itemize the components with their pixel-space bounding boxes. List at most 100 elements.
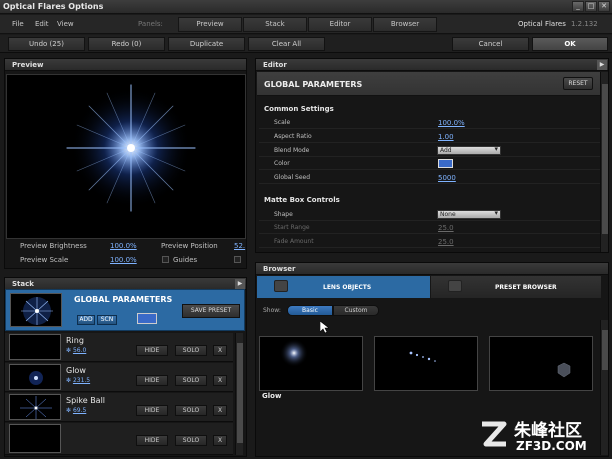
duplicate-button[interactable]: Duplicate bbox=[168, 37, 245, 51]
tab-browser[interactable]: Browser bbox=[373, 17, 437, 32]
tab-lens-objects[interactable]: LENS OBJECTS bbox=[257, 276, 430, 298]
editor-panel-header: Editor ▶ bbox=[256, 59, 608, 71]
aspect-ratio-value[interactable]: 1.00 bbox=[438, 133, 454, 141]
browser-item-polygon[interactable] bbox=[489, 336, 593, 391]
stack-item-value[interactable]: ✻ 69.5 bbox=[66, 407, 86, 414]
editor-panel-title: Editor bbox=[263, 61, 287, 69]
remove-button[interactable]: X bbox=[213, 405, 227, 416]
global-seed-value[interactable]: 5000 bbox=[438, 174, 456, 182]
editor-scrollbar-thumb[interactable] bbox=[602, 84, 608, 234]
ok-button[interactable]: OK bbox=[532, 37, 608, 51]
basic-filter-button[interactable]: Basic bbox=[287, 305, 333, 316]
hide-button[interactable]: HIDE bbox=[136, 345, 168, 356]
undo-button[interactable]: Undo (25) bbox=[8, 37, 85, 51]
tab-preset-browser[interactable]: PRESET BROWSER bbox=[431, 276, 601, 298]
scale-label: Scale bbox=[274, 119, 291, 126]
cancel-button[interactable]: Cancel bbox=[452, 37, 529, 51]
save-preset-button[interactable]: SAVE PRESET bbox=[182, 304, 240, 318]
mouse-cursor-icon bbox=[320, 321, 329, 334]
watermark: 朱峰社区 ZF3D.COM bbox=[478, 416, 608, 456]
matte-box-title: Matte Box Controls bbox=[264, 196, 340, 204]
minimize-button[interactable]: _ bbox=[572, 1, 584, 12]
stack-row[interactable]: Glow ✻ 231.5 HIDE SOLO X bbox=[5, 363, 233, 392]
spike-ball-thumbnail-image bbox=[20, 396, 52, 419]
watermark-logo-icon bbox=[482, 421, 507, 447]
stack-item-value[interactable]: ✻ 231.5 bbox=[66, 377, 90, 384]
scn-toggle[interactable]: SCN bbox=[97, 315, 117, 325]
browser-item-streak[interactable] bbox=[374, 336, 478, 391]
stack-item-value[interactable]: ✻ 56.0 bbox=[66, 347, 86, 354]
param-row-blend: Blend Mode Add bbox=[259, 144, 601, 157]
editor-menu-arrow-icon[interactable]: ▶ bbox=[597, 60, 607, 70]
close-window-button[interactable]: ✕ bbox=[598, 1, 610, 12]
clear-all-button[interactable]: Clear All bbox=[248, 37, 325, 51]
menu-view[interactable]: View bbox=[57, 20, 74, 28]
global-color-swatch[interactable] bbox=[137, 313, 157, 324]
param-row-start-range: Start Range 25.0 bbox=[259, 221, 601, 234]
hide-button[interactable]: HIDE bbox=[136, 435, 168, 446]
stack-row[interactable]: HIDE SOLO X bbox=[5, 423, 233, 455]
browser-filter-bar: Show: Basic Custom bbox=[257, 302, 601, 320]
global-flare-thumbnail-image bbox=[21, 297, 53, 325]
custom-filter-button[interactable]: Custom bbox=[333, 305, 379, 316]
solo-button[interactable]: SOLO bbox=[175, 375, 207, 386]
tab-editor[interactable]: Editor bbox=[308, 17, 372, 32]
preview-position-label: Preview Position bbox=[161, 242, 218, 250]
common-settings-title: Common Settings bbox=[264, 105, 334, 113]
stack-scrollbar-thumb[interactable] bbox=[237, 343, 243, 443]
solo-button[interactable]: SOLO bbox=[175, 405, 207, 416]
color-swatch[interactable] bbox=[438, 159, 453, 168]
preview-scale-value[interactable]: 100.0% bbox=[110, 256, 137, 264]
preview-scale-label: Preview Scale bbox=[20, 256, 69, 264]
editor-scrollbar[interactable] bbox=[600, 72, 608, 252]
fade-amount-value[interactable]: 25.0 bbox=[438, 238, 454, 246]
menu-edit[interactable]: Edit bbox=[35, 20, 49, 28]
stack-item-name: Ring bbox=[66, 336, 84, 345]
preview-position-value[interactable]: 52. bbox=[234, 242, 245, 250]
stack-row[interactable]: Ring ✻ 56.0 HIDE SOLO X bbox=[5, 333, 233, 362]
remove-button[interactable]: X bbox=[213, 375, 227, 386]
stack-scrollbar[interactable] bbox=[235, 333, 243, 455]
watermark-cn-text: 朱峰社区 bbox=[514, 421, 582, 441]
param-row-shape: Shape None bbox=[259, 208, 601, 221]
hide-button[interactable]: HIDE bbox=[136, 405, 168, 416]
solo-button[interactable]: SOLO bbox=[175, 345, 207, 356]
tab-preview[interactable]: Preview bbox=[178, 17, 242, 32]
global-parameters-title: GLOBAL PARAMETERS bbox=[74, 295, 173, 304]
start-range-value[interactable]: 25.0 bbox=[438, 224, 454, 232]
window-title: Optical Flares Options bbox=[3, 2, 104, 11]
remove-button[interactable]: X bbox=[213, 345, 227, 356]
stack-row[interactable]: Spike Ball ✻ 69.5 HIDE SOLO X bbox=[5, 393, 233, 422]
hide-button[interactable]: HIDE bbox=[136, 375, 168, 386]
browser-panel-title: Browser bbox=[263, 265, 296, 273]
streak-preview-image bbox=[409, 351, 436, 362]
stack-item-name: Glow bbox=[66, 366, 86, 375]
app-version: 1.2.132 bbox=[571, 20, 598, 28]
scale-value[interactable]: 100.0% bbox=[438, 119, 465, 127]
add-toggle[interactable]: ADD bbox=[77, 315, 95, 325]
stack-global-parameters[interactable]: GLOBAL PARAMETERS ADD SCN SAVE PRESET bbox=[5, 289, 245, 331]
remove-button[interactable]: X bbox=[213, 435, 227, 446]
preview-viewport[interactable] bbox=[6, 74, 246, 239]
browser-scrollbar-thumb[interactable] bbox=[602, 330, 608, 370]
param-row-scale: Scale 100.0% bbox=[259, 116, 601, 129]
preview-option-checkbox[interactable] bbox=[234, 256, 241, 263]
browser-item-label: Glow bbox=[262, 392, 282, 400]
browser-item-glow[interactable] bbox=[259, 336, 363, 391]
solo-button[interactable]: SOLO bbox=[175, 435, 207, 446]
shape-select[interactable]: None bbox=[437, 210, 501, 219]
reset-button[interactable]: RESET bbox=[563, 77, 593, 90]
ring-thumbnail bbox=[9, 334, 61, 360]
blend-mode-label: Blend Mode bbox=[274, 147, 310, 154]
guides-checkbox[interactable] bbox=[162, 256, 169, 263]
preview-brightness-value[interactable]: 100.0% bbox=[110, 242, 137, 250]
redo-button[interactable]: Redo (0) bbox=[88, 37, 165, 51]
tab-stack[interactable]: Stack bbox=[243, 17, 307, 32]
menu-bar: File Edit View Panels: Preview Stack Edi… bbox=[0, 15, 612, 34]
param-row-seed: Global Seed 5000 bbox=[259, 171, 601, 184]
maximize-button[interactable]: □ bbox=[585, 1, 597, 12]
blend-mode-select[interactable]: Add bbox=[437, 146, 501, 155]
menu-file[interactable]: File bbox=[12, 20, 24, 28]
editor-section-header: GLOBAL PARAMETERS RESET bbox=[257, 72, 601, 96]
stack-menu-arrow-icon[interactable]: ▶ bbox=[235, 279, 245, 289]
